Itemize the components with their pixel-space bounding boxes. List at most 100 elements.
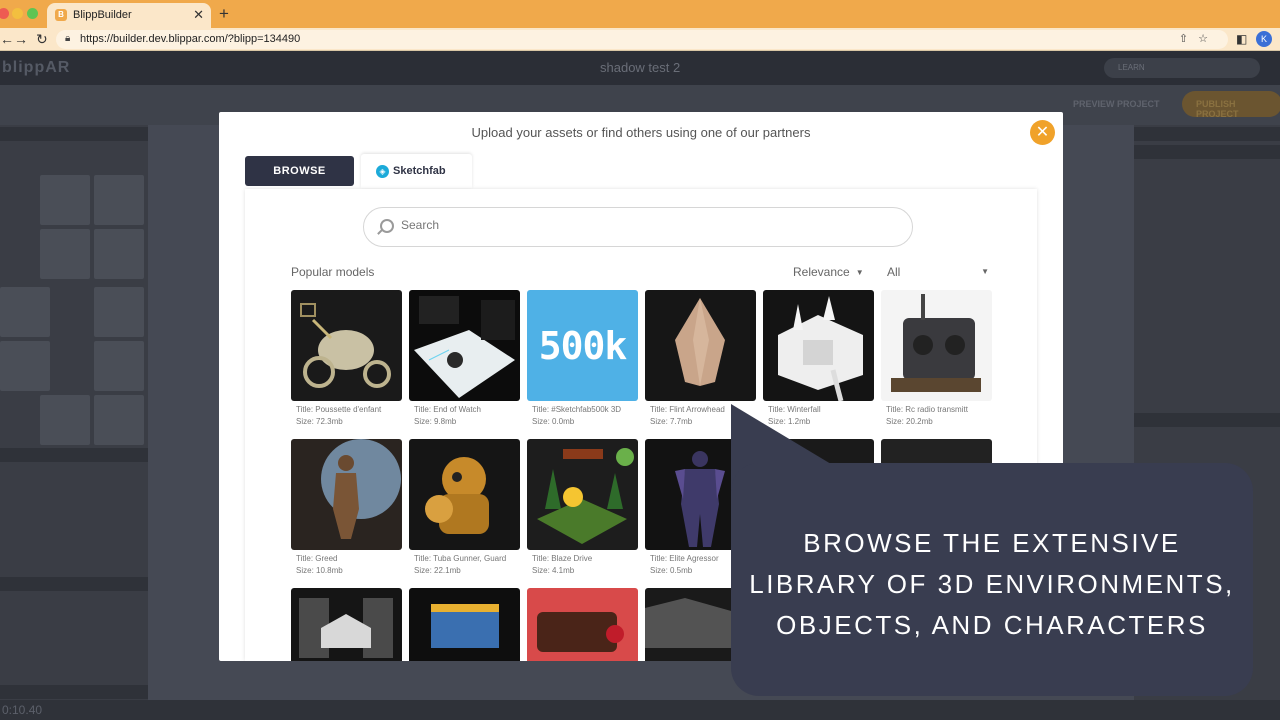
reload-icon[interactable]: ↻ <box>36 31 48 48</box>
model-thumbnail[interactable] <box>881 290 992 401</box>
maximize-window-button[interactable] <box>27 8 38 19</box>
library-thumb[interactable] <box>94 341 144 391</box>
model-thumbnail[interactable] <box>527 439 638 550</box>
library-thumb[interactable] <box>94 395 144 445</box>
blippar-logo: blippAR <box>2 59 71 76</box>
object-library-header <box>0 577 148 591</box>
library-thumb[interactable] <box>0 287 50 337</box>
browser-tab-bar: B BlippBuilder ✕ + <box>0 0 1280 28</box>
close-tab-icon[interactable]: ✕ <box>193 7 204 23</box>
model-title: Title: Rc radio transmitt <box>886 405 968 414</box>
project-settings-header <box>1134 145 1280 159</box>
search-input[interactable] <box>401 218 881 232</box>
model-thumbnail[interactable] <box>291 290 402 401</box>
model-thumbnail[interactable] <box>291 439 402 550</box>
library-thumb[interactable] <box>0 341 50 391</box>
chevron-down-icon: ▼ <box>981 267 989 276</box>
model-card[interactable]: Title: Flint Arrowhead Size: 7.7mb <box>645 290 756 426</box>
tab-sketchfab[interactable]: ◈ Sketchfab <box>361 154 472 188</box>
chevron-down-icon: ▼ <box>855 268 864 277</box>
filter-value: All <box>887 265 901 279</box>
quick-actions-header <box>1134 127 1280 141</box>
back-icon[interactable]: ← <box>0 31 14 47</box>
tab-sketchfab-label: Sketchfab <box>393 165 446 177</box>
callout-line: BROWSE THE EXTENSIVE <box>803 528 1181 558</box>
search-icon <box>380 219 394 233</box>
profile-avatar[interactable]: K <box>1256 31 1272 47</box>
library-thumb[interactable] <box>94 175 144 225</box>
model-badge-text: 500k <box>538 324 628 368</box>
sketchfab-logo-icon: ◈ <box>376 165 389 178</box>
model-title: Title: End of Watch <box>414 405 481 414</box>
model-card[interactable] <box>527 588 638 661</box>
model-size: Size: 0.0mb <box>532 417 575 426</box>
model-thumbnail[interactable] <box>645 290 756 401</box>
scene-header <box>1134 413 1280 427</box>
sidebar-icon[interactable]: ◧ <box>1236 32 1247 46</box>
model-card[interactable]: Title: Winterfall Size: 1.2mb <box>763 290 874 426</box>
model-thumbnail[interactable] <box>291 588 402 661</box>
model-card[interactable] <box>409 588 520 661</box>
promo-callout: BROWSE THE EXTENSIVE LIBRARY OF 3D ENVIR… <box>731 463 1253 696</box>
model-thumbnail[interactable] <box>409 439 520 550</box>
model-thumbnail[interactable] <box>409 290 520 401</box>
new-tab-button[interactable]: + <box>219 4 229 24</box>
model-size: Size: 4.1mb <box>532 566 575 575</box>
library-thumb[interactable] <box>94 287 144 337</box>
model-card[interactable]: Title: Poussette d'enfant Size: 72.3mb <box>291 290 402 426</box>
learn-dropdown[interactable]: LEARN <box>1104 58 1260 78</box>
callout-line: LIBRARY OF 3D ENVIRONMENTS, <box>749 569 1235 599</box>
library-header <box>0 127 148 141</box>
model-card[interactable]: Title: Greed Size: 10.8mb <box>291 439 402 575</box>
timeline-bar[interactable]: 0:10.40 <box>0 700 1280 720</box>
filter-dropdown[interactable]: All ▼ <box>887 265 989 279</box>
lock-icon: 🔒︎ <box>65 33 71 44</box>
animation-layers-header <box>0 685 148 699</box>
model-card[interactable]: Title: End of Watch Size: 9.8mb <box>409 290 520 426</box>
model-thumbnail[interactable]: 500k <box>527 290 638 401</box>
model-thumbnail[interactable] <box>763 290 874 401</box>
model-size: Size: 9.8mb <box>414 417 457 426</box>
preview-project-button[interactable]: PREVIEW PROJECT <box>1073 99 1160 109</box>
library-thumb[interactable] <box>40 395 90 445</box>
model-thumbnail[interactable] <box>409 588 520 661</box>
model-card[interactable] <box>291 588 402 661</box>
model-card[interactable]: Title: Rc radio transmitt Size: 20.2mb <box>881 290 992 426</box>
url-text: https://builder.dev.blippar.com/?blipp=1… <box>80 33 301 45</box>
model-size: Size: 10.8mb <box>296 566 343 575</box>
address-bar-row: ← → ↻ 🔒︎ https://builder.dev.blippar.com… <box>0 28 1280 51</box>
model-card[interactable]: Title: Blaze Drive Size: 4.1mb <box>527 439 638 575</box>
model-size: Size: 1.2mb <box>768 417 811 426</box>
model-title: Title: Poussette d'enfant <box>296 405 382 414</box>
sort-dropdown[interactable]: Relevance ▼ <box>793 265 864 279</box>
app-header: blippAR shadow test 2 LEARN <box>0 51 1280 85</box>
browser-tab-title: BlippBuilder <box>73 9 132 21</box>
left-library-panel <box>0 125 148 720</box>
model-size: Size: 22.1mb <box>414 566 461 575</box>
callout-text: BROWSE THE EXTENSIVE LIBRARY OF 3D ENVIR… <box>731 523 1253 646</box>
modal-title: Upload your assets or find others using … <box>471 125 811 140</box>
library-thumb[interactable] <box>40 229 90 279</box>
blippbuilder-favicon-icon: B <box>55 9 67 21</box>
model-title: Title: #Sketchfab500k 3D <box>532 405 622 414</box>
browser-tab[interactable]: B BlippBuilder ✕ <box>47 3 211 28</box>
forward-icon[interactable]: → <box>14 31 28 47</box>
close-icon: ✕ <box>1035 124 1050 141</box>
section-label: Popular models <box>291 265 375 279</box>
close-modal-button[interactable]: ✕ <box>1030 120 1055 145</box>
model-card[interactable]: 500k Title: #Sketchfab500k 3D Size: 0.0m… <box>527 290 638 426</box>
publish-project-button[interactable]: PUBLISH PROJECT <box>1182 91 1280 119</box>
model-title: Title: Winterfall <box>768 405 821 414</box>
library-thumb[interactable] <box>40 175 90 225</box>
url-field[interactable]: 🔒︎ https://builder.dev.blippar.com/?blip… <box>56 30 1228 49</box>
share-star-icons[interactable]: ⇧☆ <box>1179 32 1218 45</box>
model-thumbnail[interactable] <box>527 588 638 661</box>
minimize-window-button[interactable] <box>12 8 23 19</box>
model-card[interactable]: Title: Tuba Gunner, Guard Size: 22.1mb <box>409 439 520 575</box>
close-window-button[interactable] <box>0 8 9 19</box>
tab-browse[interactable]: BROWSE <box>245 156 354 186</box>
search-box[interactable] <box>363 207 913 247</box>
widgets-header <box>0 448 148 462</box>
model-title: Title: Greed <box>296 554 338 563</box>
library-thumb[interactable] <box>94 229 144 279</box>
